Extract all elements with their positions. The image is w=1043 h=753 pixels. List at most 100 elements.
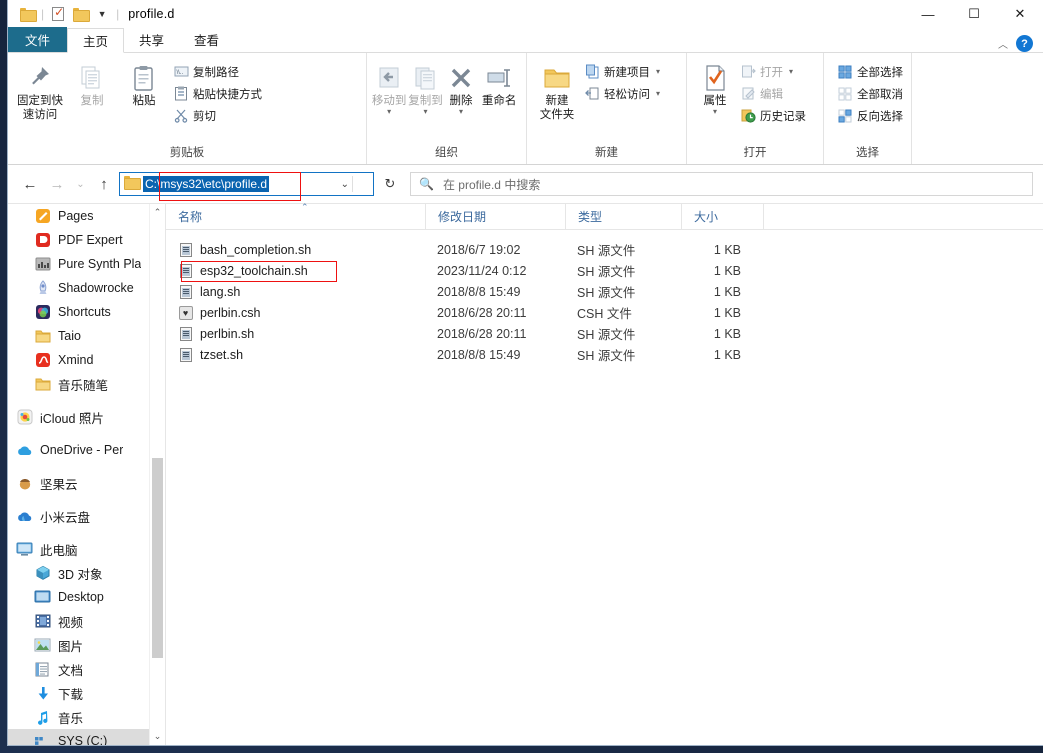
copy-button[interactable]: 复制 [66, 58, 118, 108]
tab-share[interactable]: 共享 [124, 27, 179, 52]
scroll-track[interactable] [150, 221, 165, 728]
cut-button[interactable]: 剪切 [170, 105, 265, 126]
tab-view[interactable]: 查看 [179, 27, 234, 52]
table-row[interactable]: perlbin.sh2018/6/28 20:11SH 源文件1 KB [166, 323, 1043, 344]
chevron-up-icon[interactable]: ⌃ [150, 204, 165, 221]
sidebar-item-20[interactable]: SYS (C:) [8, 729, 149, 745]
column-header-name[interactable]: ⌃ 名称 [166, 204, 425, 230]
sidebar-item-1[interactable]: PDF Expert [8, 228, 149, 252]
properties-button[interactable]: 属性 ▾ [693, 58, 737, 115]
sidebar-item-19[interactable]: 音乐 [8, 705, 149, 729]
address-bar[interactable]: C:\msys32\etc\profile.d ⌄ [119, 172, 374, 196]
table-row[interactable]: ♥perlbin.csh2018/6/28 20:11CSH 文件1 KB [166, 302, 1043, 323]
help-icon[interactable]: ? [1016, 35, 1033, 52]
sidebar-item-13[interactable]: 3D 对象 [8, 561, 149, 585]
paste-shortcut-button[interactable]: 粘贴快捷方式 [170, 83, 265, 104]
column-header-modified[interactable]: 修改日期 [425, 204, 565, 230]
copy-to-dropdown-icon[interactable]: ▾ [424, 108, 428, 115]
sidebar-item-10[interactable]: 坚果云 [8, 471, 149, 495]
rename-button[interactable]: 重命名 [478, 58, 520, 108]
select-none-button[interactable]: 全部取消 [834, 83, 906, 104]
file-name-cell[interactable]: tzset.sh [166, 347, 425, 362]
folder-icon [124, 175, 139, 193]
sidebar-item-0[interactable]: Pages [8, 204, 149, 228]
sidebar-item-7[interactable]: 音乐随笔 [8, 372, 149, 396]
copy-to-button[interactable]: 复制到 ▾ [407, 58, 443, 115]
up-arrow-icon[interactable]: ↑ [92, 172, 116, 196]
sidebar-item-4[interactable]: Shortcuts [8, 300, 149, 324]
pin-label-line2: 速访问 [23, 108, 58, 122]
chevron-down-icon[interactable]: ⌄ [150, 728, 165, 745]
properties-dropdown-icon[interactable]: ▾ [713, 108, 717, 115]
paste-button[interactable]: 粘贴 [118, 58, 170, 108]
table-row[interactable]: esp32_toolchain.sh2023/11/24 0:12SH 源文件1… [166, 260, 1043, 281]
sidebar-item-3[interactable]: Shadowrocke [8, 276, 149, 300]
new-item-dropdown-icon[interactable]: ▾ [656, 67, 660, 76]
address-divider [352, 176, 353, 192]
customize-dropdown-icon[interactable]: ▼ [91, 3, 113, 25]
sidebar-item-16[interactable]: 图片 [8, 633, 149, 657]
maximize-button[interactable]: ☐ [951, 0, 997, 28]
search-box[interactable]: 🔍 在 profile.d 中搜索 [410, 172, 1033, 196]
column-header-type[interactable]: 类型 [565, 204, 681, 230]
column-header-filler [763, 204, 1043, 230]
file-name-cell[interactable]: ♥perlbin.csh [166, 305, 425, 320]
ribbon-tab-strip: 文件 主页 共享 查看 ︿ ? [8, 28, 1043, 53]
sidebar-item-label: PDF Expert [58, 233, 123, 247]
pages-app-icon [34, 208, 51, 225]
column-header-size[interactable]: 大小 [681, 204, 763, 230]
history-button[interactable]: 历史记录 [737, 105, 809, 126]
recent-locations-icon[interactable]: ⌄ [72, 172, 89, 196]
scroll-thumb[interactable] [152, 458, 163, 658]
tab-file[interactable]: 文件 [8, 27, 67, 52]
tab-home[interactable]: 主页 [67, 28, 124, 53]
new-folder-button[interactable]: 新建 文件夹 [533, 58, 581, 122]
sidebar-item-2[interactable]: Pure Synth Pla [8, 252, 149, 276]
delete-dropdown-icon[interactable]: ▾ [459, 108, 463, 115]
sidebar-item-14[interactable]: Desktop [8, 585, 149, 609]
new-folder-icon[interactable] [69, 3, 91, 25]
open-dropdown-icon[interactable]: ▾ [789, 67, 793, 76]
file-name-cell[interactable]: perlbin.sh [166, 326, 425, 341]
easy-access-button[interactable]: 轻松访问 ▾ [581, 83, 663, 104]
open-button[interactable]: 打开 ▾ [737, 61, 809, 82]
file-name-cell[interactable]: esp32_toolchain.sh [166, 263, 425, 278]
sidebar-item-6[interactable]: Xmind [8, 348, 149, 372]
sidebar-item-15[interactable]: 视频 [8, 609, 149, 633]
chevron-down-icon[interactable]: ⌄ [341, 179, 349, 190]
table-row[interactable]: tzset.sh2018/8/8 15:49SH 源文件1 KB [166, 344, 1043, 365]
file-size-cell: 1 KB [681, 348, 763, 362]
sidebar-item-18[interactable]: 下载 [8, 681, 149, 705]
invert-selection-button[interactable]: 反向选择 [834, 105, 906, 126]
folder-icon[interactable] [16, 3, 38, 25]
new-item-button[interactable]: 新建项目 ▾ [581, 61, 663, 82]
back-arrow-icon[interactable]: ← [18, 172, 42, 196]
file-name-cell[interactable]: bash_completion.sh [166, 242, 425, 257]
sidebar-item-5[interactable]: Taio [8, 324, 149, 348]
file-name-cell[interactable]: lang.sh [166, 284, 425, 299]
table-row[interactable]: lang.sh2018/8/8 15:49SH 源文件1 KB [166, 281, 1043, 302]
navigation-scrollbar[interactable]: ⌃ ⌄ [149, 204, 165, 745]
delete-icon [448, 62, 474, 94]
refresh-icon[interactable]: ↻ [377, 172, 403, 196]
sidebar-item-8[interactable]: iCloud 照片 [8, 405, 149, 429]
edit-button[interactable]: 编辑 [737, 83, 809, 104]
copy-path-button[interactable]: \\.. 复制路径 [170, 61, 265, 82]
chevron-up-icon[interactable]: ︿ [998, 36, 1008, 51]
move-to-button[interactable]: 移动到 ▾ [371, 58, 407, 115]
move-to-dropdown-icon[interactable]: ▾ [387, 108, 391, 115]
easy-access-dropdown-icon[interactable]: ▾ [656, 89, 660, 98]
sidebar-item-12[interactable]: 此电脑 [8, 537, 149, 561]
forward-arrow-icon[interactable]: → [45, 172, 69, 196]
table-row[interactable]: bash_completion.sh2018/6/7 19:02SH 源文件1 … [166, 239, 1043, 260]
close-button[interactable]: ✕ [997, 0, 1043, 28]
sidebar-item-9[interactable]: OneDrive - Per [8, 438, 149, 462]
sidebar-item-17[interactable]: 文档 [8, 657, 149, 681]
sidebar-item-11[interactable]: 小米云盘 [8, 504, 149, 528]
minimize-button[interactable]: — [905, 0, 951, 28]
select-all-button[interactable]: 全部选择 [834, 61, 906, 82]
address-path-text[interactable]: C:\msys32\etc\profile.d [143, 176, 269, 192]
delete-button[interactable]: 删除 ▾ [444, 58, 479, 115]
properties-icon[interactable] [47, 3, 69, 25]
pin-to-quick-access-button[interactable]: 固定到快 速访问 [14, 58, 66, 122]
